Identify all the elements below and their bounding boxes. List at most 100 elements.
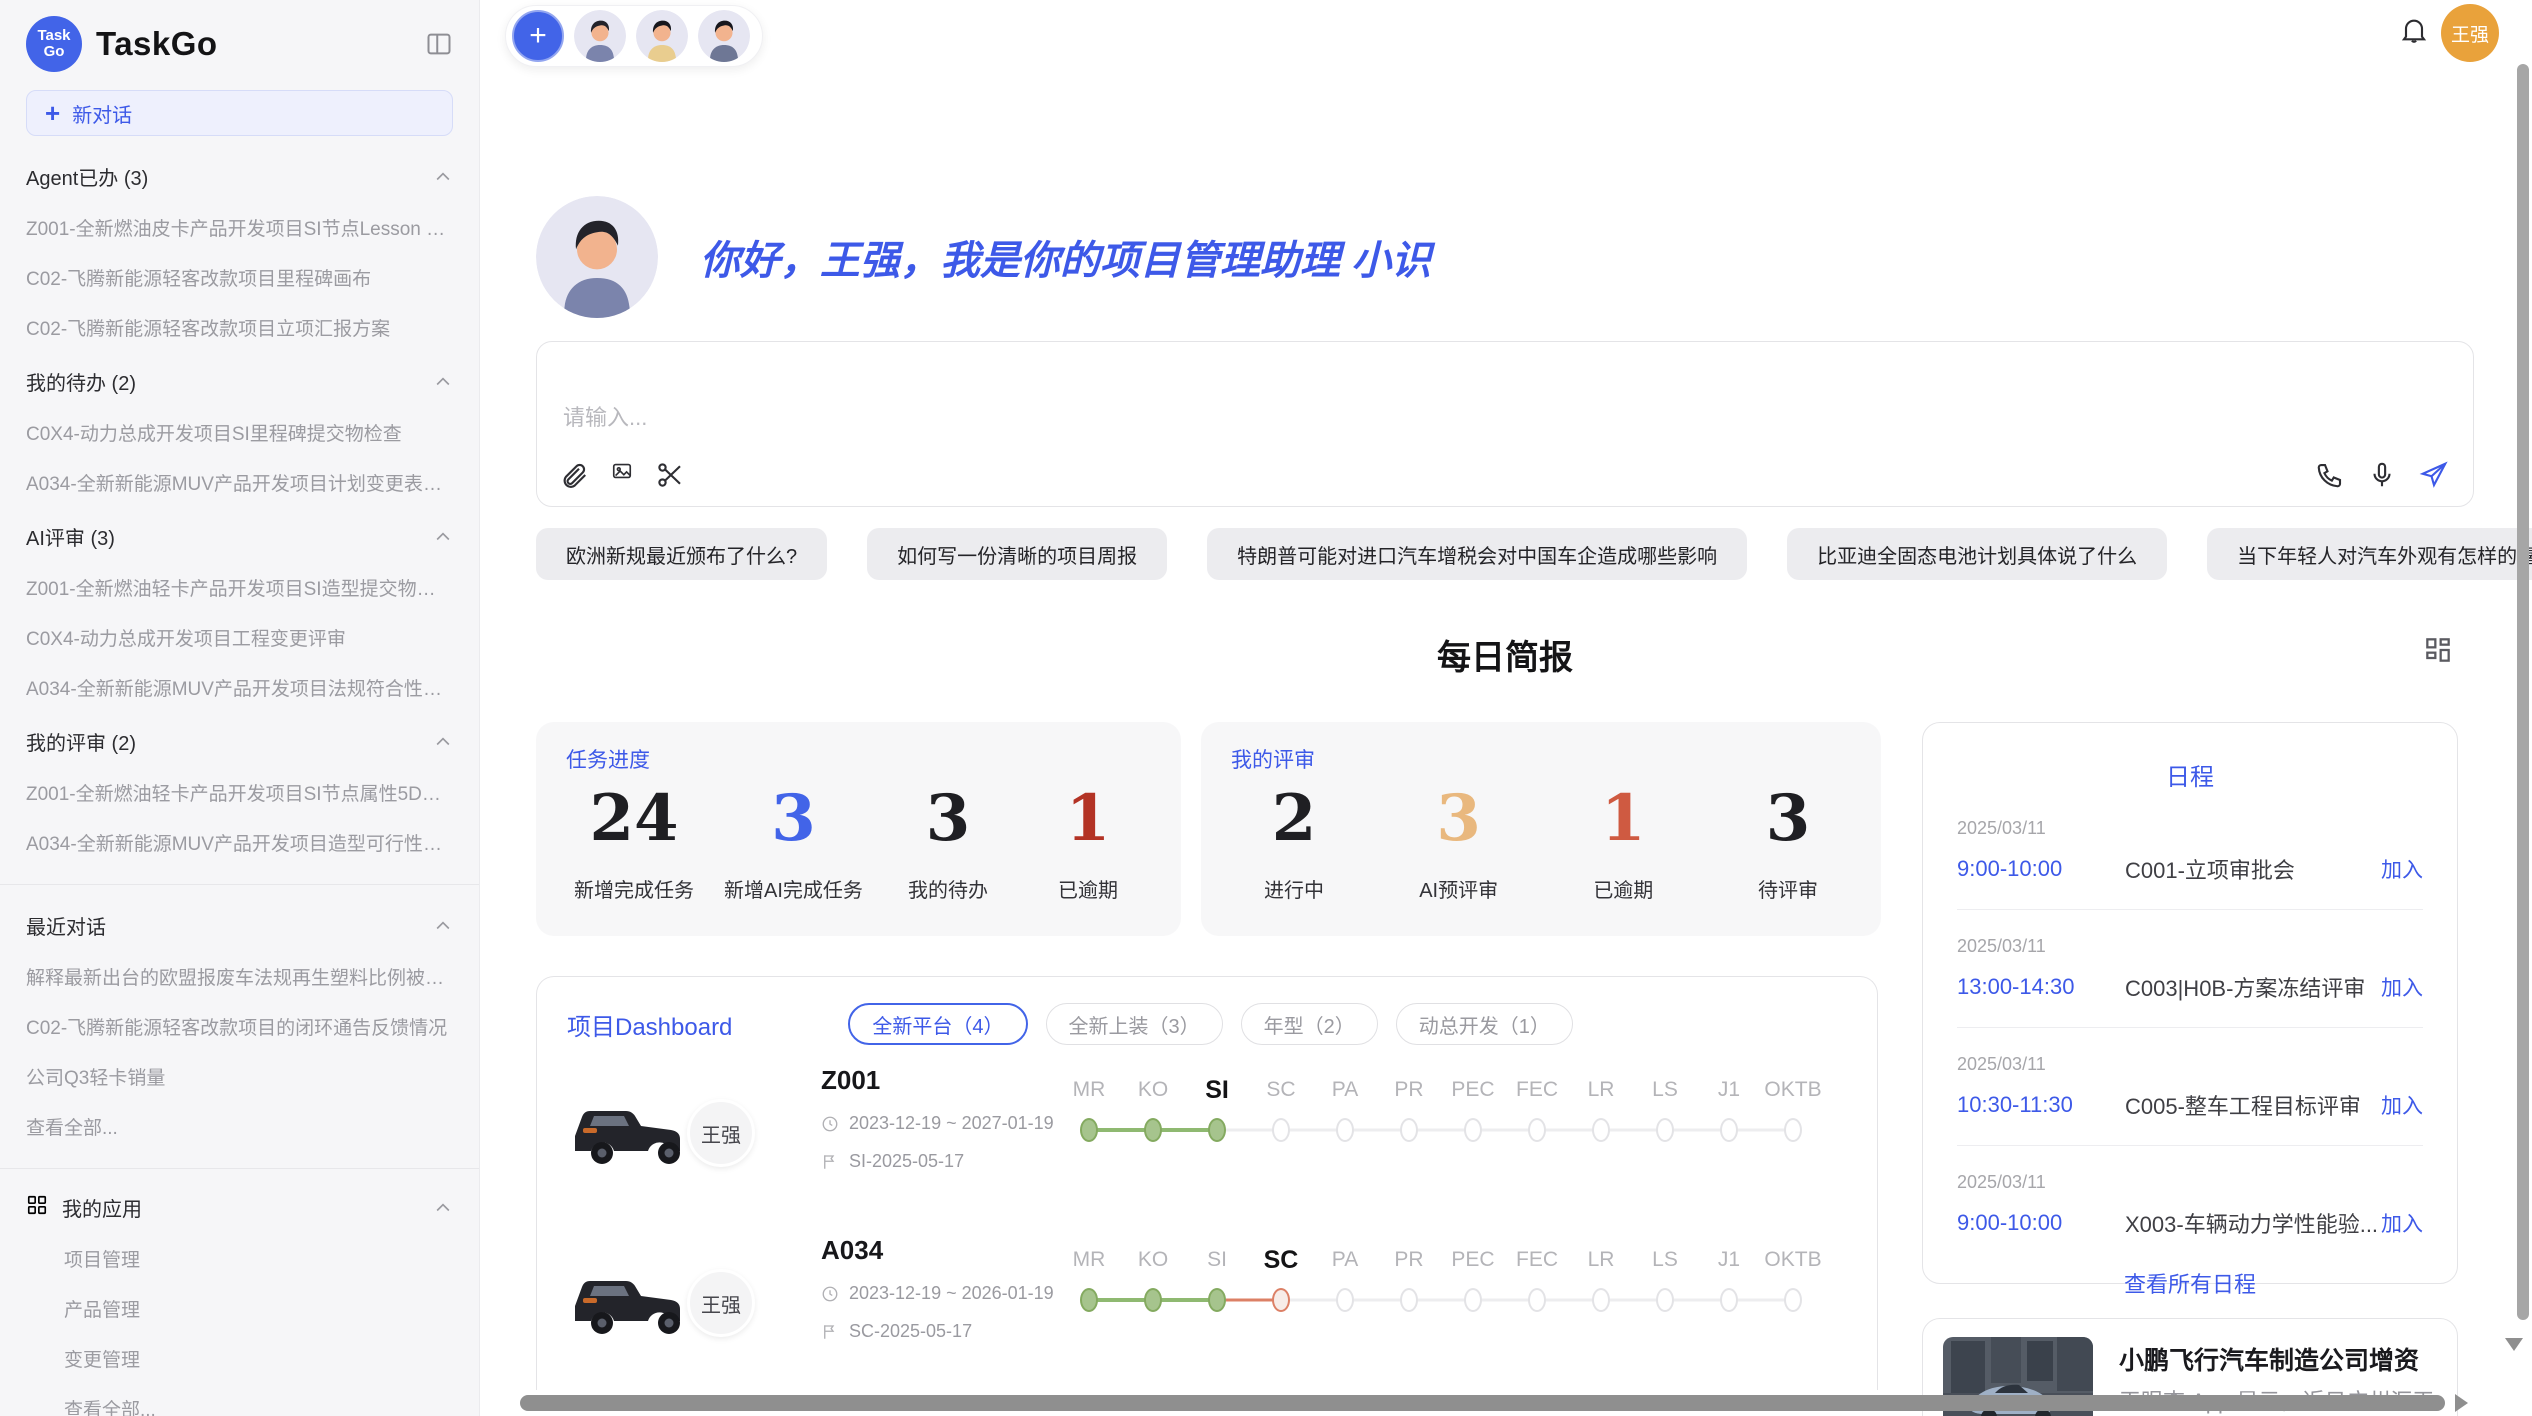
my-apps-header[interactable]: 我的应用 (26, 1193, 453, 1222)
user-avatar[interactable]: 王强 (2441, 4, 2499, 62)
collapse-sidebar-icon[interactable] (425, 30, 453, 58)
main-area: + 王强 你好，王强，我是你的项目管理助理 小识 欧洲新规最近颁布了什么?如何写… (480, 0, 2532, 1416)
recent-conversation-item[interactable]: 解释最新出台的欧盟报废车法规再生塑料比例被调至15%... (26, 963, 453, 990)
dashboard-title: 项目Dashboard (567, 1007, 732, 1042)
sidebar-item[interactable]: A034-全新新能源MUV产品开发项目法规符合性评审 (26, 674, 453, 701)
suggestion-chip[interactable]: 当下年轻人对汽车外观有怎样的喜好趋势 (2207, 528, 2532, 580)
schedule-join-link[interactable]: 加入 (2381, 1208, 2423, 1238)
milestone-node (1569, 1288, 1633, 1312)
new-chat-button[interactable]: + 新对话 (26, 90, 453, 136)
dashboard-filter-tab[interactable]: 全新上装（3） (1046, 1003, 1223, 1045)
apps-view-all-link[interactable]: 查看全部... (64, 1395, 453, 1416)
milestone-node (1185, 1118, 1249, 1142)
sidebar-item[interactable]: C0X4-动力总成开发项目SI里程碑提交物检查 (26, 419, 453, 446)
sidebar-section-title: 我的待办 (2) (26, 367, 136, 396)
milestone-node (1185, 1288, 1249, 1312)
milestone-label: PR (1377, 1243, 1441, 1277)
stat-column: 3新增AI完成任务 (724, 782, 863, 903)
dashboard-filter-tab[interactable]: 动总开发（1） (1396, 1003, 1573, 1045)
sidebar-item[interactable]: Z001-全新燃油轻卡产品开发项目SI造型提交物评审 (26, 574, 453, 601)
app-item[interactable]: 变更管理 (64, 1345, 453, 1372)
project-dates: 2023-12-19 ~ 2027-01-19 (821, 1113, 1054, 1134)
horizontal-scrollbar[interactable] (520, 1395, 2445, 1411)
stat-column: 1已逾期 (1568, 782, 1678, 903)
session-tab-avatar[interactable] (574, 10, 626, 62)
paperclip-icon[interactable] (559, 460, 589, 490)
sidebar-section-header[interactable]: 我的待办 (2) (26, 367, 453, 396)
milestone-dot (1656, 1118, 1674, 1142)
app-item[interactable]: 项目管理 (64, 1245, 453, 1272)
stat-label: 已逾期 (1568, 874, 1678, 903)
app-title: TaskGo (96, 25, 218, 63)
milestone-node (1697, 1288, 1761, 1312)
recent-conversation-item[interactable]: C02-飞腾新能源轻客改款项目的闭环通告反馈情况 (26, 1013, 453, 1040)
view-all-schedule-link[interactable]: 查看所有日程 (1957, 1267, 2423, 1299)
stat-column: 3待评审 (1733, 782, 1843, 903)
milestone-node (1697, 1118, 1761, 1142)
sidebar-item[interactable]: Z001-全新燃油皮卡产品开发项目SI节点Lesson Learn报告 (26, 214, 453, 241)
project-row[interactable]: 王强A0342023-12-19 ~ 2026-01-19SC-2025-05-… (537, 1231, 1877, 1390)
sidebar-item[interactable]: C02-飞腾新能源轻客改款项目立项汇报方案 (26, 314, 453, 341)
sidebar-item[interactable]: Z001-全新燃油轻卡产品开发项目SI节点属性5D文件评审 (26, 779, 453, 806)
suggestion-chip[interactable]: 特朗普可能对进口汽车增税会对中国车企造成哪些影响 (1207, 528, 1747, 580)
project-dashboard-card: 项目Dashboard 全新平台（4） 全新上装（3） 年型（2） 动总开发（1） 王… (536, 976, 1878, 1390)
recent-conversation-item[interactable]: 公司Q3轻卡销量 (26, 1063, 453, 1090)
schedule-time: 10:30-11:30 (1957, 1092, 2125, 1118)
milestone-label: J1 (1697, 1243, 1761, 1277)
notifications-bell-icon[interactable] (2398, 14, 2430, 51)
milestone-label: J1 (1697, 1073, 1761, 1107)
milestone-label: SC (1249, 1073, 1313, 1107)
microphone-icon[interactable] (2367, 460, 2397, 490)
project-row[interactable]: 王强Z0012023-12-19 ~ 2027-01-19SI-2025-05-… (537, 1061, 1877, 1231)
schedule-join-link[interactable]: 加入 (2381, 972, 2423, 1002)
send-icon[interactable] (2419, 460, 2449, 490)
session-tab-avatar[interactable] (636, 10, 688, 62)
schedule-card: 日程 2025/03/119:00-10:00C001-立项审批会加入2025/… (1922, 722, 2458, 1284)
milestone-label: PA (1313, 1243, 1377, 1277)
schedule-join-link[interactable]: 加入 (2381, 1090, 2423, 1120)
suggestion-chip[interactable]: 如何写一份清晰的项目周报 (867, 528, 1167, 580)
sidebar-section-header[interactable]: Agent已办 (3) (26, 162, 453, 191)
suggestion-chip[interactable]: 欧洲新规最近颁布了什么? (536, 528, 827, 580)
logo-line-2: Go (44, 44, 65, 60)
recent-view-all-link[interactable]: 查看全部... (26, 1113, 453, 1140)
sidebar-section-header[interactable]: AI评审 (3) (26, 522, 453, 551)
recent-section-header[interactable]: 最近对话 (26, 911, 453, 940)
scroll-right-arrow[interactable] (2455, 1394, 2468, 1412)
chat-input[interactable] (563, 400, 2163, 450)
chevron-up-icon (433, 167, 453, 187)
stat-columns: 2进行中3AI预评审1已逾期3待评审 (1231, 782, 1851, 903)
milestone-node (1761, 1118, 1825, 1142)
vertical-scrollbar[interactable] (2517, 64, 2529, 1320)
image-icon[interactable] (611, 460, 633, 490)
suggestion-chip[interactable]: 比亚迪全固态电池计划具体说了什么 (1787, 528, 2167, 580)
divider (1957, 1027, 2423, 1028)
sidebar-item[interactable]: C0X4-动力总成开发项目工程变更评审 (26, 624, 453, 651)
session-tab-avatar[interactable] (698, 10, 750, 62)
schedule-time: 13:00-14:30 (1957, 974, 2125, 1000)
dashboard-filter-tab[interactable]: 全新平台（4） (848, 1003, 1027, 1045)
new-session-button[interactable]: + (512, 10, 564, 62)
stat-card-title: 任务进度 (566, 744, 1151, 774)
dashboard-filter-tab[interactable]: 年型（2） (1241, 1003, 1378, 1045)
milestone-dot (1272, 1118, 1290, 1142)
stat-value: 3 (893, 782, 1003, 856)
milestone-label: MR (1057, 1073, 1121, 1107)
milestone-label: KO (1121, 1243, 1185, 1277)
scroll-down-arrow[interactable] (2505, 1338, 2523, 1351)
sidebar-section-header[interactable]: 我的评审 (2) (26, 727, 453, 756)
sidebar-item[interactable]: A034-全新新能源MUV产品开发项目造型可行性评审 (26, 829, 453, 856)
schedule-list: 2025/03/119:00-10:00C001-立项审批会加入2025/03/… (1957, 818, 2423, 1239)
milestone-dot (1144, 1288, 1162, 1312)
grid-icon (26, 1194, 48, 1221)
scissors-icon[interactable] (655, 460, 685, 490)
sidebar-item[interactable]: A034-全新新能源MUV产品开发项目计划变更表编写 (26, 469, 453, 496)
milestone-node (1377, 1288, 1441, 1312)
sidebar-item[interactable]: C02-飞腾新能源轻客改款项目里程碑画布 (26, 264, 453, 291)
milestone-dot (1272, 1288, 1290, 1312)
phone-icon[interactable] (2315, 460, 2345, 490)
stat-column: 3我的待办 (893, 782, 1003, 903)
layout-grid-icon[interactable] (2422, 634, 2454, 671)
schedule-join-link[interactable]: 加入 (2381, 854, 2423, 884)
app-item[interactable]: 产品管理 (64, 1295, 453, 1322)
